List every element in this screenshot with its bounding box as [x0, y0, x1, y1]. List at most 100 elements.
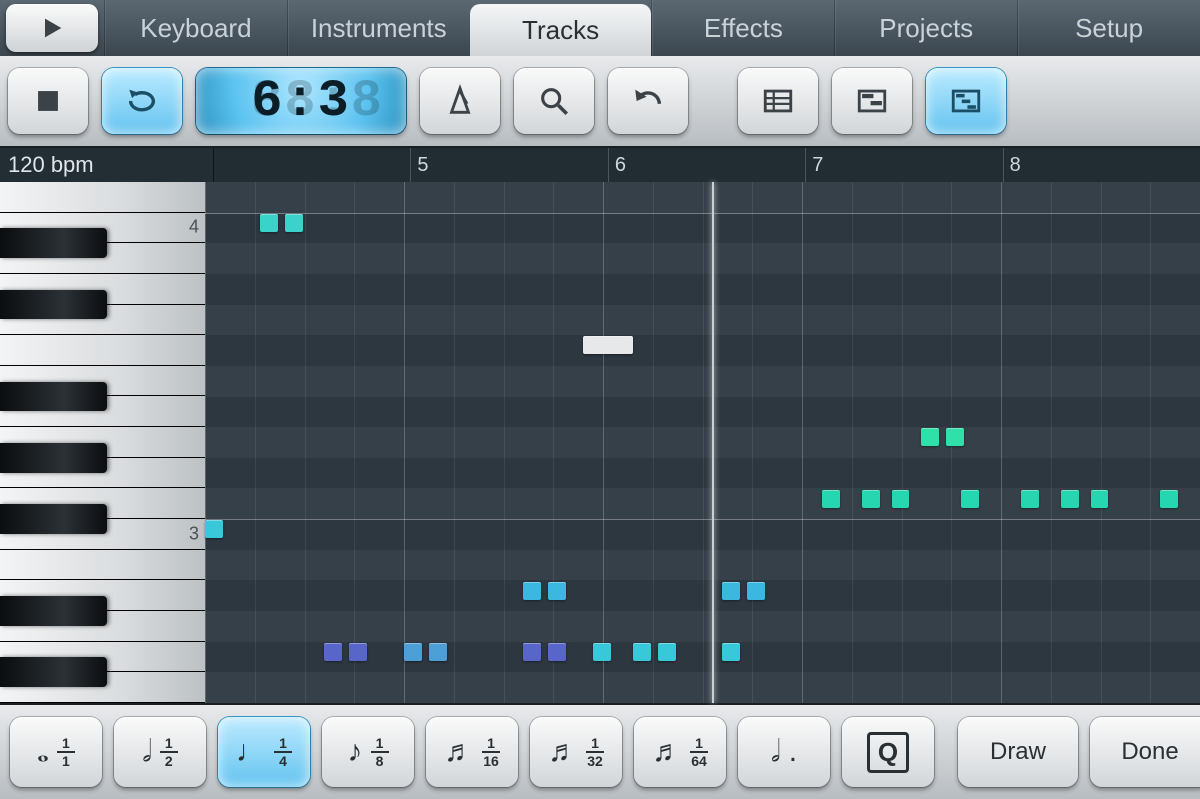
keyboard-strip[interactable]: 43 [0, 182, 205, 703]
done-button[interactable]: Done [1090, 717, 1200, 787]
metronome-button[interactable] [420, 68, 500, 134]
note-value-dotted[interactable]: 𝅗𝅥 . [738, 717, 830, 787]
piano-roll: 43 [0, 182, 1200, 703]
piano-key[interactable] [0, 458, 205, 489]
note[interactable] [548, 582, 566, 600]
note-value-1[interactable]: 𝅝 11 [10, 717, 102, 787]
note[interactable] [404, 643, 422, 661]
piano-roll-area: 120 bpm 5678 43 [0, 148, 1200, 703]
note[interactable] [429, 643, 447, 661]
app-root: KeyboardInstrumentsTracksEffectsProjects… [0, 0, 1200, 799]
note-value-2[interactable]: 𝅗𝅥12 [114, 717, 206, 787]
note[interactable] [1160, 490, 1178, 508]
tab-setup[interactable]: Setup [1017, 0, 1200, 56]
note-value-64[interactable]: ♬164 [634, 717, 726, 787]
draw-label: Draw [990, 738, 1046, 766]
note-fraction: 12 [160, 736, 178, 769]
note-value-bar: 𝅝 11 𝅗𝅥12 ♩ 14 ♪18♬116♬132♬164𝅗𝅥 . Q Draw Don… [0, 703, 1200, 799]
note[interactable] [961, 490, 979, 508]
note[interactable] [892, 490, 910, 508]
quantize-label: Q [867, 732, 909, 773]
view-mode-2-button[interactable] [832, 68, 912, 134]
draw-button[interactable]: Draw [958, 717, 1078, 787]
octave-label: 3 [189, 523, 199, 544]
black-key[interactable] [0, 290, 107, 320]
note[interactable] [583, 336, 633, 354]
note-fraction: 116 [482, 736, 500, 769]
piano-key[interactable] [0, 182, 205, 213]
note-grid[interactable] [205, 182, 1200, 703]
bar-ruler[interactable]: 5678 [214, 148, 1200, 182]
metronome-icon [443, 84, 477, 118]
note[interactable] [722, 643, 740, 661]
view-mode-1-button[interactable] [738, 68, 818, 134]
note[interactable] [862, 490, 880, 508]
loop-button[interactable] [102, 68, 182, 134]
note[interactable] [285, 214, 303, 232]
note[interactable] [633, 643, 651, 661]
note[interactable] [946, 428, 964, 446]
piano-key[interactable] [0, 396, 205, 427]
piano-key[interactable] [0, 335, 205, 366]
tab-instruments[interactable]: Instruments [287, 0, 470, 56]
ruler-bar: 6 [608, 148, 805, 182]
tempo-display[interactable]: 120 bpm [0, 148, 214, 182]
note[interactable] [1061, 490, 1079, 508]
tab-projects[interactable]: Projects [834, 0, 1017, 56]
note[interactable] [1091, 490, 1109, 508]
black-key[interactable] [0, 596, 107, 626]
black-key[interactable] [0, 228, 107, 258]
note[interactable] [548, 643, 566, 661]
piano-key[interactable] [0, 243, 205, 274]
note-fraction: 18 [371, 736, 389, 769]
undo-icon [631, 84, 665, 118]
view-mode-3-button[interactable] [926, 68, 1006, 134]
note[interactable] [260, 214, 278, 232]
clips-icon [855, 84, 889, 118]
tab-tracks[interactable]: Tracks [470, 4, 652, 56]
note[interactable] [822, 490, 840, 508]
piano-key[interactable]: 3 [0, 519, 205, 550]
stop-button[interactable] [8, 68, 88, 134]
piano-key[interactable] [0, 305, 205, 336]
note-fraction: 11 [57, 736, 75, 769]
piano-key[interactable] [0, 672, 205, 703]
note[interactable] [324, 643, 342, 661]
note[interactable] [523, 582, 541, 600]
note-value-4[interactable]: ♩ 14 [218, 717, 310, 787]
black-key[interactable] [0, 382, 107, 412]
playhead[interactable] [712, 182, 714, 703]
note-fraction: 132 [586, 736, 604, 769]
note[interactable] [921, 428, 939, 446]
note[interactable] [523, 643, 541, 661]
note[interactable] [1021, 490, 1039, 508]
note[interactable] [205, 520, 223, 538]
position-display[interactable]: 88:8 6:3 [196, 68, 406, 134]
note-glyph-icon: ♩ [236, 737, 266, 767]
tab-effects[interactable]: Effects [651, 0, 834, 56]
zoom-button[interactable] [514, 68, 594, 134]
note[interactable] [658, 643, 676, 661]
piano-key[interactable] [0, 550, 205, 581]
note-value-8[interactable]: ♪18 [322, 717, 414, 787]
undo-button[interactable] [608, 68, 688, 134]
note-glyph-icon: 𝅝 [37, 737, 49, 767]
note[interactable] [593, 643, 611, 661]
note[interactable] [747, 582, 765, 600]
note[interactable] [349, 643, 367, 661]
piano-key[interactable] [0, 611, 205, 642]
tab-keyboard[interactable]: Keyboard [104, 0, 287, 56]
black-key[interactable] [0, 504, 107, 534]
toolbar: 88:8 6:3 [0, 56, 1200, 148]
black-key[interactable] [0, 657, 107, 687]
ruler-bar: 5 [410, 148, 607, 182]
note-fraction: 14 [274, 736, 292, 769]
play-icon [38, 14, 66, 42]
ruler-bar: 8 [1003, 148, 1200, 182]
note[interactable] [722, 582, 740, 600]
play-button[interactable] [6, 4, 98, 52]
black-key[interactable] [0, 443, 107, 473]
quantize-button[interactable]: Q [842, 717, 934, 787]
note-value-32[interactable]: ♬132 [530, 717, 622, 787]
note-value-16[interactable]: ♬116 [426, 717, 518, 787]
